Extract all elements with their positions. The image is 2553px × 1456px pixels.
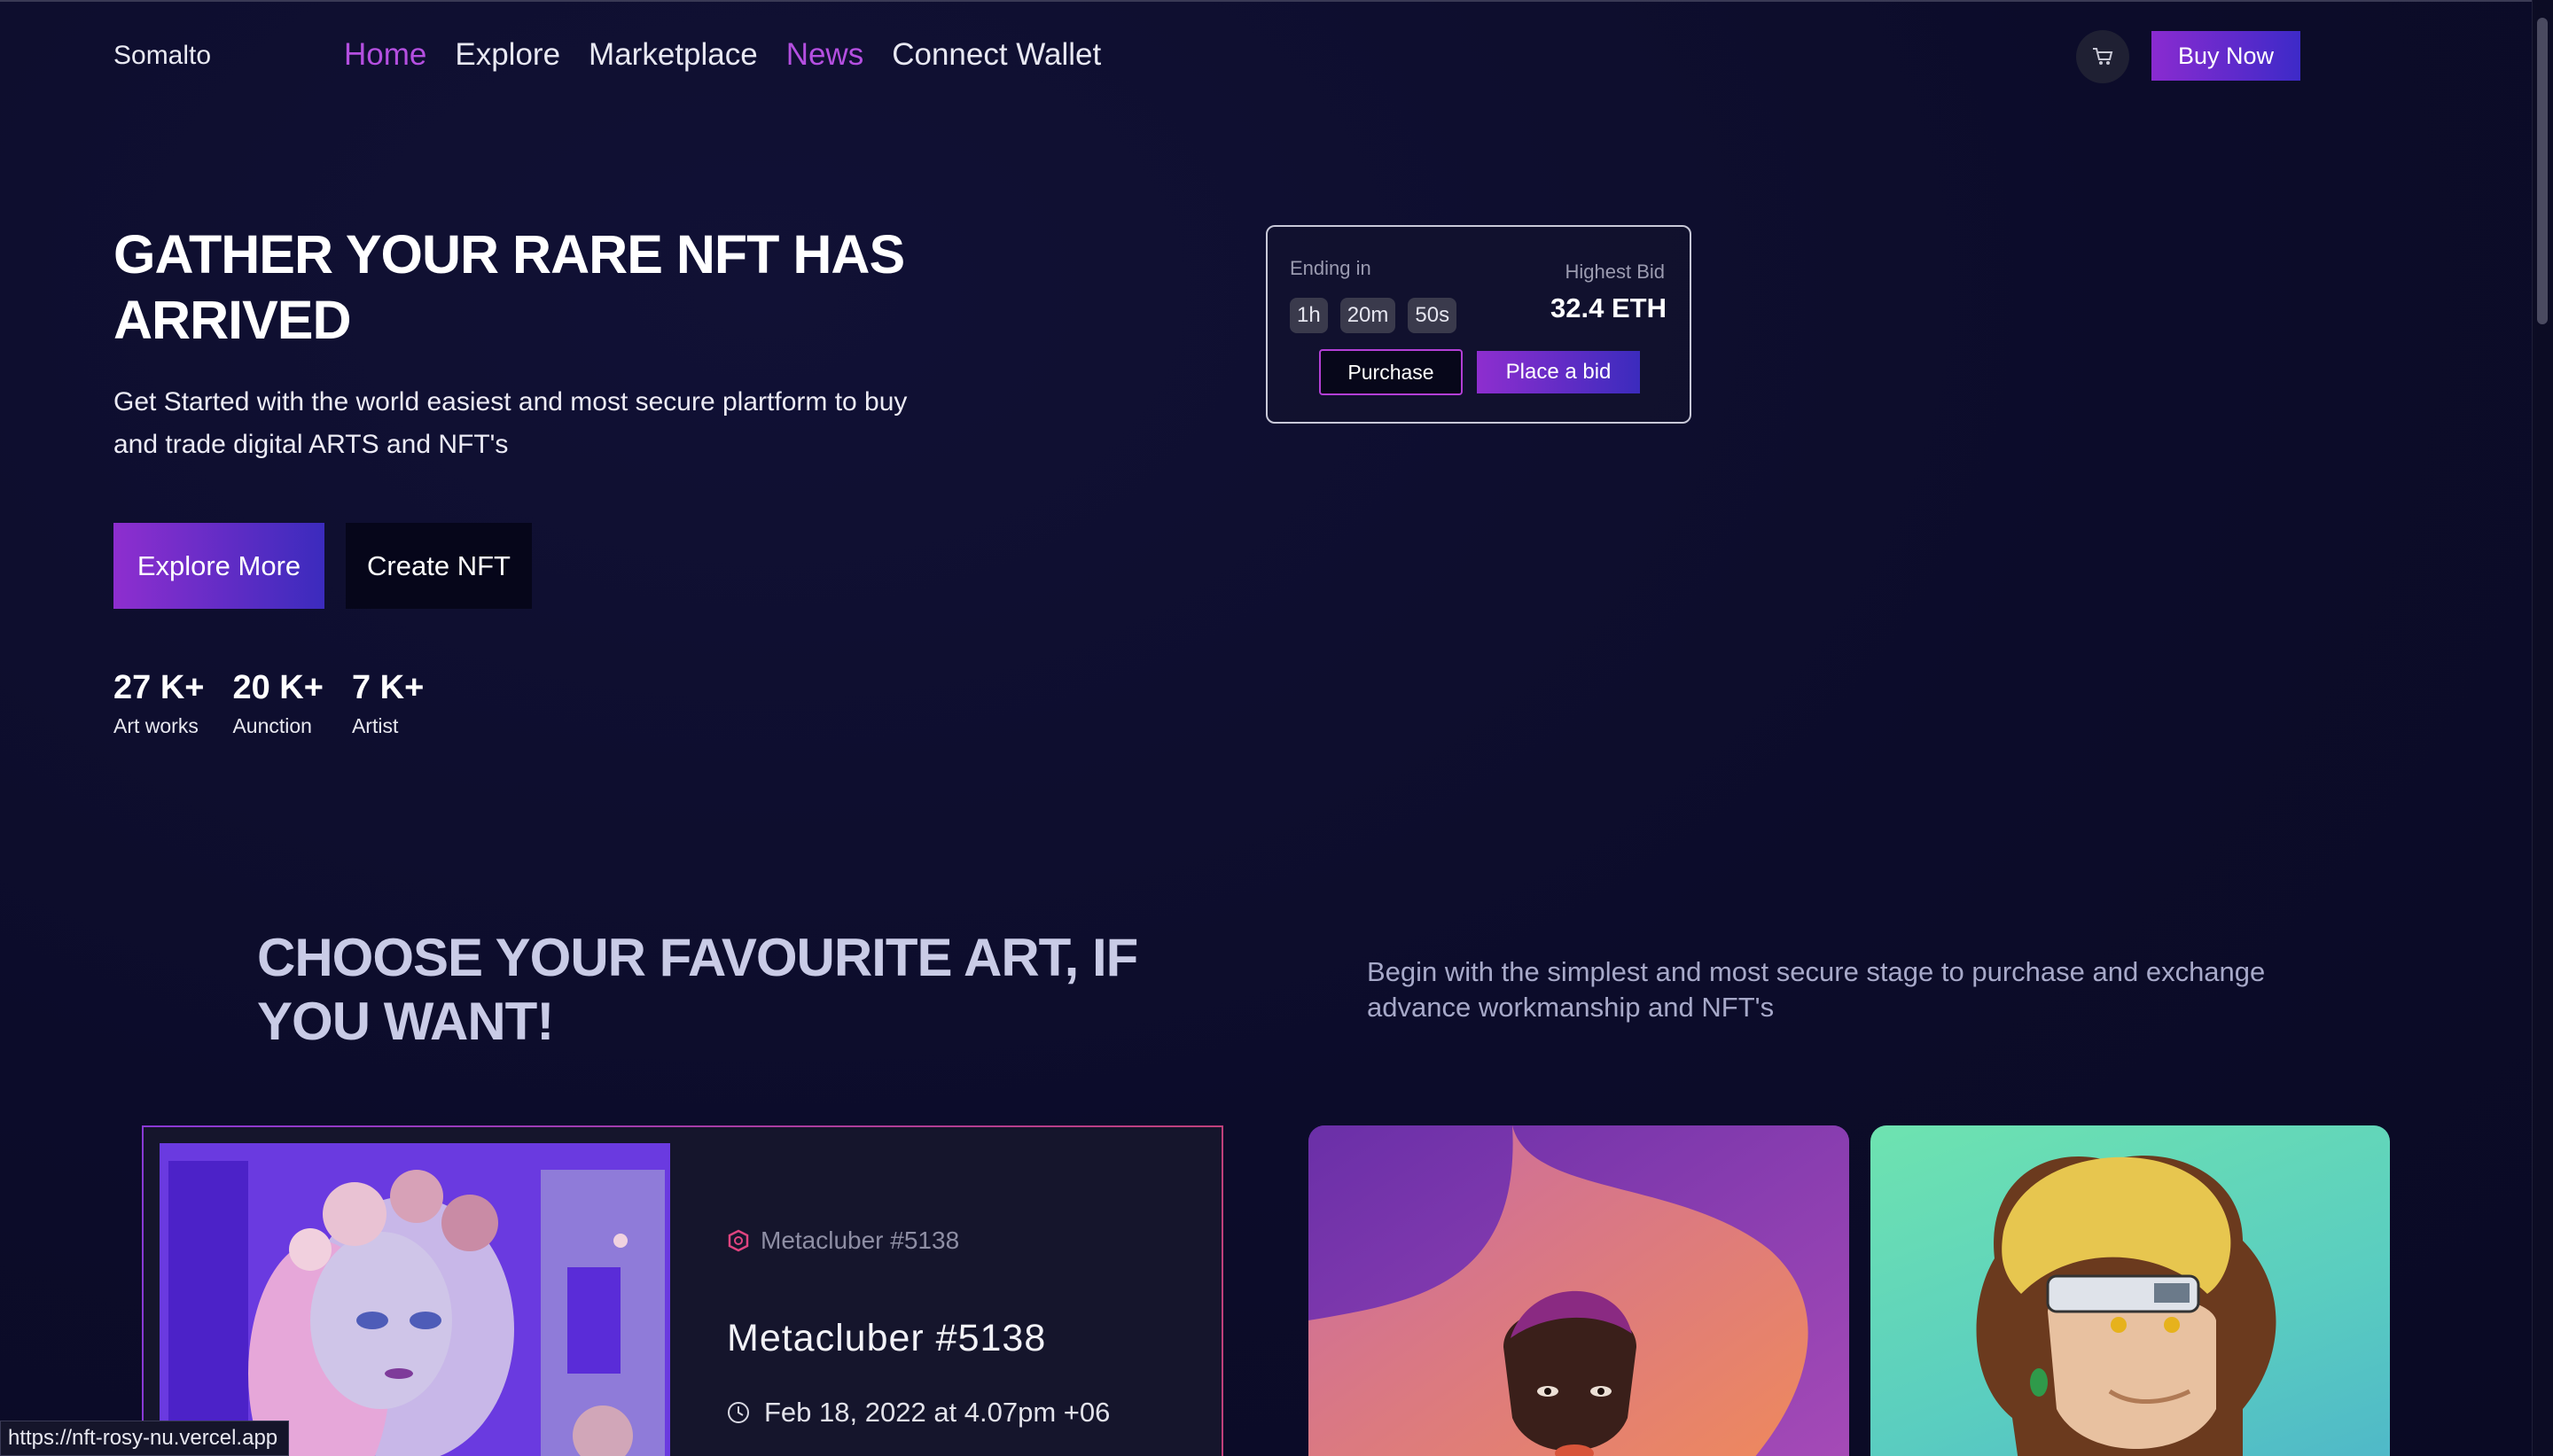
featured-tag: Metacluber #5138: [727, 1226, 959, 1255]
clock-icon: [728, 1402, 749, 1423]
featured-tag-text: Metacluber #5138: [761, 1226, 960, 1254]
main-nav: Home Explore Marketplace News Connect Wa…: [344, 37, 1101, 73]
top-border: [0, 0, 2553, 2]
stat-auction: 20 K+ Aunction: [232, 669, 323, 738]
nft-card[interactable]: [1870, 1125, 2390, 1456]
highest-bid-label: Highest Bid: [1565, 261, 1665, 283]
timer-seconds: 50s: [1408, 298, 1457, 333]
countdown-timer: 1h 20m 50s: [1290, 298, 1457, 333]
nav-news[interactable]: News: [786, 37, 864, 73]
section-title: CHOOSE YOUR FAVOURITE ART, IF YOU WANT!: [257, 928, 1138, 1051]
stat-artist: 7 K+ Artist: [352, 669, 424, 738]
highest-bid-value: 32.4 ETH: [1550, 292, 1667, 323]
status-url: https://nft-rosy-nu.vercel.app: [0, 1421, 290, 1456]
stat-label: Artist: [351, 714, 399, 737]
featured-title[interactable]: Metacluber #5138: [727, 1317, 1046, 1360]
place-bid-button[interactable]: Place a bid: [1477, 351, 1640, 393]
explore-more-button[interactable]: Explore More: [113, 523, 324, 609]
stat-artworks: 27 K+ Art works: [113, 669, 204, 738]
scrollbar-thumb[interactable]: [2537, 18, 2548, 324]
section-subtitle: Begin with the simplest and most secure …: [1367, 956, 2266, 1023]
hero-subtitle: Get Started with the world easiest and m…: [113, 387, 908, 459]
page: Somalto Home Explore Marketplace News Co…: [0, 0, 2553, 1456]
nft-artwork-ape: [1976, 1156, 2276, 1456]
purchase-button[interactable]: Purchase: [1319, 349, 1463, 395]
featured-nft-image[interactable]: [160, 1143, 670, 1456]
stat-label: Art works: [113, 714, 199, 737]
nft-card[interactable]: [1308, 1125, 1849, 1456]
nav-connect-wallet[interactable]: Connect Wallet: [892, 37, 1101, 73]
featured-artwork: [160, 1143, 670, 1456]
nav-home[interactable]: Home: [344, 37, 426, 73]
stat-value: 27 K+: [113, 669, 205, 706]
stat-value: 7 K+: [351, 669, 425, 706]
nav-explore[interactable]: Explore: [455, 37, 560, 73]
ending-in-label: Ending in: [1290, 257, 1371, 279]
nav-marketplace[interactable]: Marketplace: [589, 37, 758, 73]
timer-hours: 1h: [1290, 298, 1328, 333]
hero-stats: 27 K+ Art works 20 K+ Aunction 7 K+ Arti…: [113, 669, 424, 738]
cart-button[interactable]: [2076, 30, 2129, 83]
shield-gem-icon: [728, 1229, 749, 1252]
auction-card: Ending in 1h 20m 50s Highest Bid 32.4 ET…: [1266, 225, 1691, 424]
featured-date: Feb 18, 2022 at 4.07pm +06: [727, 1397, 1110, 1429]
brand-logo[interactable]: Somalto: [113, 41, 211, 71]
timer-minutes: 20m: [1339, 298, 1396, 333]
cart-icon: [2093, 48, 2113, 65]
stat-value: 20 K+: [232, 669, 324, 706]
featured-nft-card[interactable]: Metacluber #5138 Metacluber #5138 Feb 18…: [142, 1125, 1223, 1456]
hero-title: GATHER YOUR RARE NFT HAS ARRIVED: [113, 224, 905, 350]
create-nft-button[interactable]: Create NFT: [346, 523, 532, 609]
featured-date-text: Feb 18, 2022 at 4.07pm +06: [764, 1397, 1111, 1428]
nft-artwork-portrait: [1308, 1125, 1849, 1456]
buy-now-button[interactable]: Buy Now: [2151, 31, 2300, 81]
stat-label: Aunction: [232, 714, 312, 737]
